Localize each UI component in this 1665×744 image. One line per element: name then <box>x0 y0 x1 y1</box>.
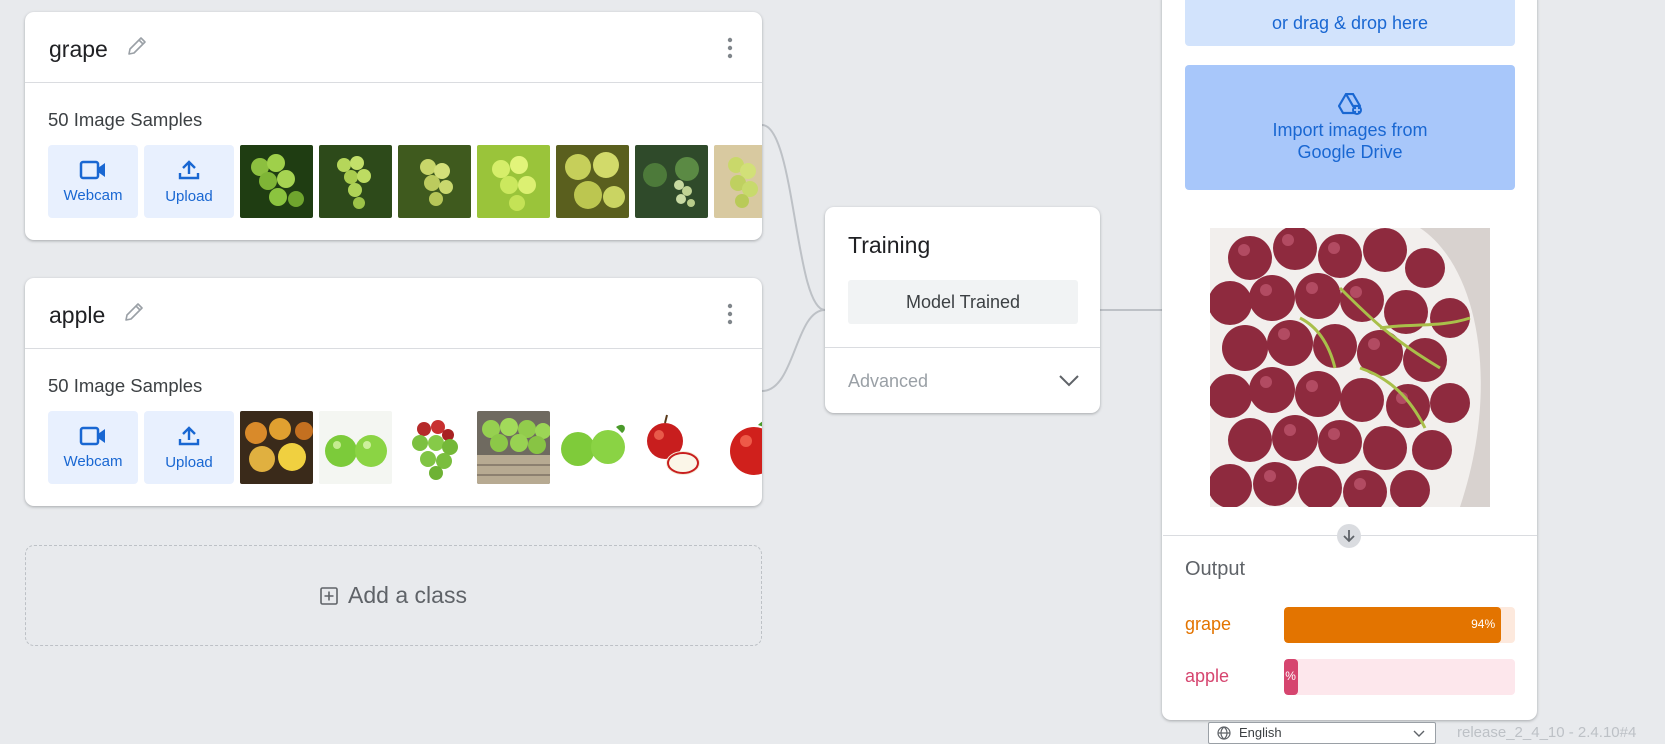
sample-thumbnails <box>240 145 762 218</box>
more-vert-icon[interactable] <box>726 37 734 59</box>
add-class-label: Add a class <box>348 582 467 608</box>
sample-thumbnail[interactable] <box>477 145 550 218</box>
confidence-fill: % <box>1284 659 1298 695</box>
sample-thumbnail[interactable] <box>714 411 762 484</box>
google-drive-import-label: Import images from Google Drive <box>1272 119 1428 162</box>
arrow-down-icon <box>1337 524 1361 548</box>
output-title: Output <box>1185 558 1246 580</box>
class-card-apple: apple 50 Image Samples Webcam Upload <box>25 278 762 506</box>
class-card-grape: grape 50 Image Samples Webcam Upload <box>25 12 762 240</box>
upload-icon <box>178 160 200 180</box>
sample-thumbnail[interactable] <box>635 145 708 218</box>
class-card-header: grape <box>25 12 762 83</box>
pencil-icon[interactable] <box>122 300 146 324</box>
sample-count: 50 Image Samples <box>48 375 203 396</box>
sample-thumbnail[interactable] <box>240 411 313 484</box>
class-name[interactable]: grape <box>49 36 108 63</box>
sample-thumbnail[interactable] <box>240 145 313 218</box>
webcam-icon <box>79 426 105 446</box>
sample-thumbnail[interactable] <box>477 411 550 484</box>
webcam-label: Webcam <box>63 453 123 470</box>
sample-thumbnail[interactable] <box>398 145 471 218</box>
sample-thumbnail[interactable] <box>398 411 471 484</box>
sample-thumbnail[interactable] <box>319 145 392 218</box>
globe-icon <box>1217 726 1231 740</box>
sample-thumbnail[interactable] <box>556 145 629 218</box>
advanced-toggle[interactable]: Advanced <box>825 348 1100 413</box>
class-name[interactable]: apple <box>49 302 105 329</box>
google-drive-import-button[interactable]: Import images from Google Drive <box>1185 65 1515 190</box>
class-card-header: apple <box>25 278 762 349</box>
confidence-percent: 94% <box>1471 617 1496 631</box>
webcam-label: Webcam <box>63 187 123 204</box>
language-select[interactable]: English <box>1208 722 1436 744</box>
language-value: English <box>1239 725 1282 740</box>
webcam-button[interactable]: Webcam <box>48 145 138 218</box>
input-preview-image <box>1210 228 1490 507</box>
sample-count: 50 Image Samples <box>48 109 203 130</box>
output-label-grape: grape <box>1185 614 1232 634</box>
training-title: Training <box>848 232 931 258</box>
upload-icon <box>178 426 200 446</box>
chevron-down-icon <box>1413 730 1425 737</box>
release-version: release_2_4_10 - 2.4.10#4 <box>1457 724 1637 741</box>
sample-thumbnail[interactable] <box>319 411 392 484</box>
file-drop-zone[interactable]: or drag & drop here <box>1185 0 1515 46</box>
add-box-icon <box>320 586 338 605</box>
upload-label: Upload <box>165 188 213 205</box>
sample-thumbnails <box>240 411 762 484</box>
confidence-percent: % <box>1285 669 1296 683</box>
confidence-fill: 94% <box>1284 607 1502 643</box>
chevron-down-icon <box>1059 375 1079 387</box>
webcam-icon <box>79 160 105 180</box>
upload-label: Upload <box>165 454 213 471</box>
upload-button[interactable]: Upload <box>144 411 234 484</box>
confidence-bar-apple: % <box>1284 659 1515 695</box>
output-label-apple: apple <box>1185 666 1230 686</box>
more-vert-icon[interactable] <box>726 303 734 325</box>
train-model-button[interactable]: Model Trained <box>848 280 1078 324</box>
google-drive-add-icon <box>1338 92 1362 115</box>
upload-button[interactable]: Upload <box>144 145 234 218</box>
training-card: Training Model Trained Advanced <box>825 207 1100 413</box>
sample-thumbnail[interactable] <box>556 411 629 484</box>
add-class-button[interactable]: Add a class <box>25 545 762 646</box>
webcam-button[interactable]: Webcam <box>48 411 138 484</box>
advanced-label: Advanced <box>848 371 929 391</box>
sample-thumbnail[interactable] <box>635 411 708 484</box>
confidence-bar-grape: 94% <box>1284 607 1515 643</box>
pencil-icon[interactable] <box>125 34 149 58</box>
sample-thumbnail[interactable] <box>714 145 762 218</box>
